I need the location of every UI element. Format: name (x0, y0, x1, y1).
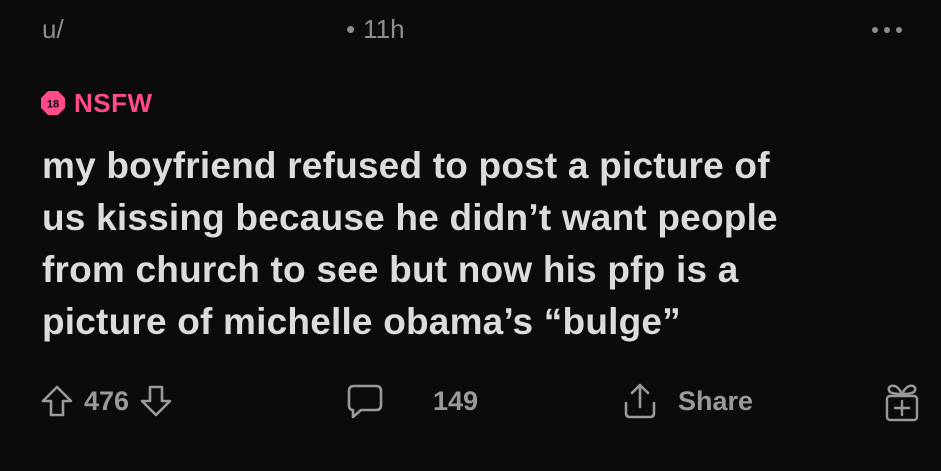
share-label: Share (678, 385, 754, 416)
post-title[interactable]: my boyfriend refused to post a picture o… (42, 140, 902, 348)
post-meta: u/ • 11h (42, 14, 905, 50)
separator-dot: • (346, 14, 356, 44)
post-title-line: picture of michelle obama’s “bulge” (42, 301, 681, 342)
arrow-up-icon (41, 385, 73, 417)
post-title-line: from church to see but now his pfp is a (42, 249, 739, 290)
nsfw-badge-text: 18 (47, 99, 59, 111)
nsfw-label: NSFW (74, 87, 153, 118)
username-link[interactable]: u/ (42, 14, 64, 45)
comment-count: 149 (433, 385, 479, 416)
arrow-down-icon (140, 385, 172, 417)
post-title-line: us kissing because he didn’t want people (42, 197, 778, 238)
upvote-button[interactable] (40, 384, 74, 418)
post-action-bar: 476 149 Share (40, 376, 921, 426)
vote-score: 476 (84, 385, 130, 416)
post-age: • 11h (346, 14, 405, 45)
share-icon (624, 383, 656, 419)
more-options-button[interactable] (869, 20, 905, 40)
post-title-line: my boyfriend refused to post a picture o… (42, 145, 770, 186)
nsfw-18-icon: 18 (41, 91, 65, 115)
vote-group: 476 (40, 376, 173, 426)
comment-bubble-icon (347, 384, 383, 419)
award-button[interactable] (883, 378, 921, 428)
comments-button[interactable]: 149 (345, 376, 478, 426)
ellipsis-icon (872, 27, 902, 33)
share-button[interactable]: Share (622, 376, 753, 426)
downvote-button[interactable] (139, 384, 173, 418)
post-time: 11h (363, 14, 405, 44)
gift-award-icon (885, 384, 919, 422)
nsfw-tag: 18 NSFW (40, 88, 153, 118)
post-card: u/ • 11h 18 NSFW my boyfriend refused to … (0, 0, 941, 471)
